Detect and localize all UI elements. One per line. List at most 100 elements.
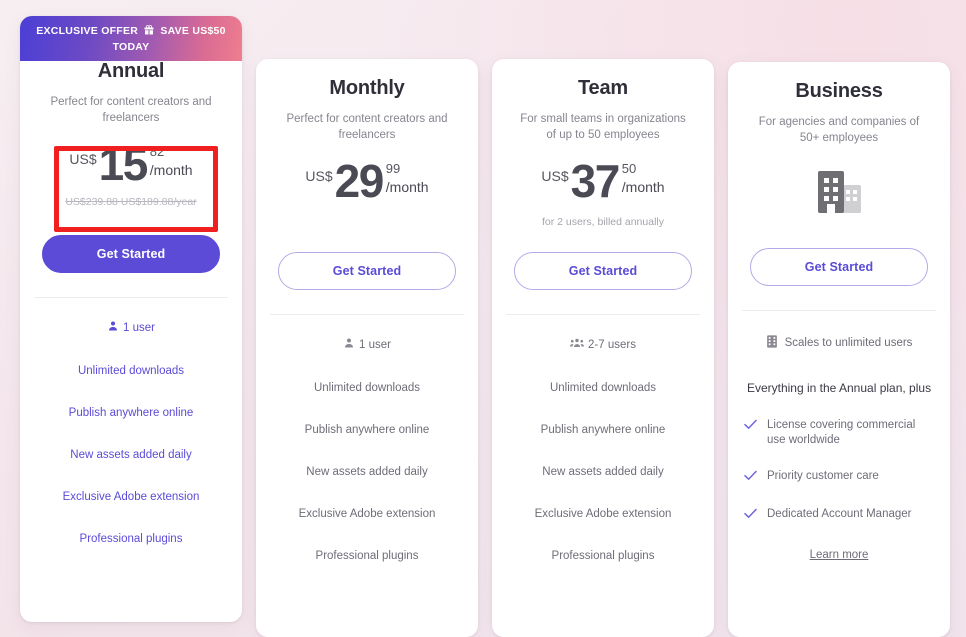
plan-card-monthly[interactable]: Monthly Perfect for content creators and… [256, 59, 478, 637]
feature-item: Unlimited downloads [77, 365, 185, 377]
business-users-row: Scales to unlimited users [728, 335, 950, 351]
get-started-button-monthly[interactable]: Get Started [278, 252, 456, 290]
promo-text-after: SAVE US$50 [160, 25, 226, 37]
card-divider [270, 314, 464, 315]
feature-users-count: 1 user [32, 320, 230, 364]
price-strikethrough: US$239.88 US$189.88/year [65, 196, 197, 208]
price-block: US$ 15 82 /month US$239.88 US$189.88/yea… [36, 138, 226, 232]
features-list-annual: 1 user Unlimited downloads Publish anywh… [20, 320, 242, 547]
business-feature-item: Priority customer care [744, 469, 936, 486]
feature-users-count: 2-7 users [504, 337, 702, 381]
plan-title: Business [795, 80, 883, 102]
feature-item: Unlimited downloads [313, 382, 421, 394]
promo-banner: EXCLUSIVE OFFER SAVE US$50 TODAY [20, 16, 242, 61]
price-cents: 99 [385, 161, 401, 176]
check-icon [744, 470, 757, 486]
business-feature-item: Dedicated Account Manager [744, 507, 936, 524]
business-feature-item: License covering commercial use worldwid… [744, 418, 936, 448]
feature-item: Unlimited downloads [549, 382, 657, 394]
price-row: US$ 37 50 /month [508, 155, 698, 207]
feature-item: Publish anywhere online [540, 424, 666, 436]
plan-card-body: Business For agencies and companies of 5… [728, 62, 950, 286]
feature-item: New assets added daily [70, 449, 192, 461]
user-icon [107, 320, 119, 337]
business-features-heading: Everything in the Annual plan, plus [746, 381, 932, 395]
feature-item: New assets added daily [306, 466, 428, 478]
learn-more-wrap: Learn more [728, 545, 950, 563]
business-features-list: License covering commercial use worldwid… [728, 418, 950, 524]
check-icon [744, 419, 757, 435]
price-currency: US$ [305, 168, 333, 184]
feature-users-label: 1 user [123, 322, 155, 334]
feature-item: Professional plugins [315, 550, 419, 562]
promo-text-line2: TODAY [112, 41, 150, 53]
feature-item: Exclusive Adobe extension [62, 491, 200, 503]
plan-description: Perfect for content creators and freelan… [50, 96, 212, 124]
office-building-icon [813, 169, 865, 218]
feature-item: New assets added daily [542, 466, 664, 478]
feature-item: Exclusive Adobe extension [534, 508, 672, 520]
price-currency: US$ [69, 151, 97, 167]
price-tail: 82 /month [150, 145, 193, 177]
price-row: US$ 15 82 /month [36, 138, 226, 190]
price-period: /month [621, 179, 665, 195]
plan-title: Monthly [329, 77, 405, 99]
pricing-plans-container: EXCLUSIVE OFFER SAVE US$50 TODAY Annual … [0, 0, 966, 637]
price-currency: US$ [541, 168, 569, 184]
group-icon [570, 337, 585, 354]
check-icon [744, 508, 757, 524]
plan-card-business[interactable]: Business For agencies and companies of 5… [728, 62, 950, 637]
card-divider [34, 297, 228, 298]
features-list-monthly: 1 user Unlimited downloads Publish anywh… [256, 337, 478, 564]
card-divider [742, 310, 936, 311]
feature-item: Exclusive Adobe extension [298, 508, 436, 520]
price-block: US$ 37 50 /month for 2 users, billed ann… [508, 155, 698, 234]
cta-zone: Get Started [272, 252, 462, 290]
card-divider [506, 314, 700, 315]
price-row: US$ 29 99 /month [272, 155, 462, 207]
plan-card-annual[interactable]: EXCLUSIVE OFFER SAVE US$50 TODAY Annual … [20, 16, 242, 622]
feature-item: Professional plugins [79, 533, 183, 545]
get-started-button-annual[interactable]: Get Started [42, 235, 220, 273]
get-started-button-team[interactable]: Get Started [514, 252, 692, 290]
price-period: /month [149, 162, 193, 178]
plan-description: Perfect for content creators and freelan… [286, 113, 448, 141]
plan-description: For agencies and companies of 50+ employ… [758, 116, 920, 144]
price-period: /month [385, 179, 429, 195]
price-cents: 50 [621, 161, 637, 176]
promo-text-before: EXCLUSIVE OFFER [36, 25, 139, 37]
get-started-button-business[interactable]: Get Started [750, 248, 928, 286]
feature-users-label: 2-7 users [588, 339, 636, 351]
feature-item: Professional plugins [551, 550, 655, 562]
plan-title: Team [578, 77, 628, 99]
price-note: for 2 users, billed annually [542, 216, 664, 228]
price-cents: 82 [149, 144, 165, 159]
plan-description: For small teams in organizations of up t… [520, 113, 686, 141]
price-integer: 29 [334, 155, 385, 207]
cta-zone: Get Started [36, 235, 226, 273]
features-list-team: 2-7 users Unlimited downloads Publish an… [492, 337, 714, 564]
feature-item: Publish anywhere online [68, 407, 194, 419]
price-integer: 37 [570, 155, 621, 207]
price-tail: 99 /month [386, 162, 429, 194]
price-tail: 50 /month [622, 162, 665, 194]
gift-icon [143, 24, 155, 40]
feature-users-label: 1 user [359, 339, 391, 351]
business-feature-label: Dedicated Account Manager [767, 508, 912, 520]
price-integer: 15 [98, 138, 149, 190]
price-block: US$ 29 99 /month [272, 155, 462, 234]
cta-zone: Get Started [744, 248, 934, 286]
business-icon-zone [744, 156, 934, 230]
building-icon [766, 335, 778, 351]
business-users-label: Scales to unlimited users [784, 337, 913, 349]
feature-users-count: 1 user [268, 337, 466, 381]
plan-card-team[interactable]: Team For small teams in organizations of… [492, 59, 714, 637]
plan-title: Annual [97, 60, 165, 82]
plan-card-body: Team For small teams in organizations of… [492, 59, 714, 290]
plan-card-body: Monthly Perfect for content creators and… [256, 59, 478, 290]
business-feature-label: License covering commercial use worldwid… [767, 419, 916, 446]
business-feature-label: Priority customer care [767, 470, 879, 482]
user-icon [343, 337, 355, 354]
cta-zone: Get Started [508, 252, 698, 290]
learn-more-link[interactable]: Learn more [810, 549, 869, 561]
